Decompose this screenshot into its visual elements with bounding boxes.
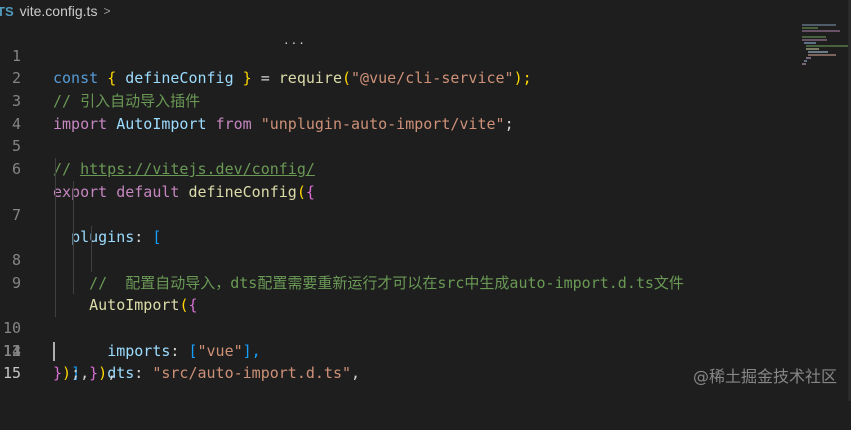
indent-guide [73, 203, 74, 227]
indent-guide [55, 294, 56, 317]
code-line[interactable]: 4 [0, 90, 800, 133]
indent-guide [55, 203, 56, 227]
line-number: 15 [2, 364, 21, 383]
text-cursor [53, 341, 55, 361]
minimap[interactable] [800, 22, 851, 401]
indent-guide [73, 226, 74, 249]
hover-hint-dots[interactable]: ... [283, 34, 306, 47]
code-line[interactable]: 2 // 引入自动导入插件 [0, 45, 800, 110]
indent-guide [91, 248, 92, 272]
indent-guide [73, 248, 74, 272]
brace-token: } [53, 364, 63, 383]
paren-token: ) [98, 364, 108, 383]
code-line[interactable]: 12 }), [0, 271, 800, 382]
indent-guide [73, 180, 74, 204]
indent-guide [73, 271, 74, 295]
code-line[interactable]: 6 export default defineConfig({ [0, 135, 800, 201]
indent-guide [91, 226, 92, 249]
code-line[interactable]: 14 }); [0, 317, 800, 383]
code-line[interactable]: 5 // https://vitejs.dev/config/ [0, 113, 800, 178]
code-line[interactable]: 8 // 配置自动导入，dts配置需要重新运行才可以在src中生成auto-im… [0, 180, 800, 292]
breadcrumb[interactable]: TS vite.config.ts > [0, 0, 800, 22]
indent-guide [55, 248, 56, 272]
chevron-right-icon: > [103, 4, 111, 18]
code-line[interactable]: 7 plugins: [ [0, 158, 800, 246]
brace-token: } [89, 364, 99, 383]
string-token: "src/auto-import.d.ts" [152, 364, 352, 383]
watermark: @稀土掘金技术社区 [692, 367, 837, 386]
breadcrumb-file-name[interactable]: vite.config.ts [20, 3, 98, 19]
code-line[interactable]: 13 ], [0, 294, 800, 382]
code-line[interactable]: 1 const { defineConfig } = require("@vue… [0, 22, 800, 88]
code-line[interactable]: 10 imports: ["vue"], [0, 226, 800, 360]
code-line[interactable]: 3 import AutoImport from "unplugin-auto-… [0, 67, 800, 133]
indent-guide [55, 158, 56, 181]
line-content: }); [53, 364, 81, 383]
code-line-active[interactable]: 15 [0, 340, 800, 382]
indent-guide [55, 226, 56, 249]
indent-guide [55, 180, 56, 204]
typescript-file-icon: TS [0, 3, 14, 19]
code-line[interactable]: 9 AutoImport({ [0, 203, 800, 314]
code-line[interactable]: 11 dts: "src/auto-import.d.ts", [0, 248, 800, 382]
indent-guide [55, 271, 56, 295]
code-editor[interactable]: 1 const { defineConfig } = require("@vue… [0, 22, 800, 383]
paren-token: ) [62, 364, 72, 383]
